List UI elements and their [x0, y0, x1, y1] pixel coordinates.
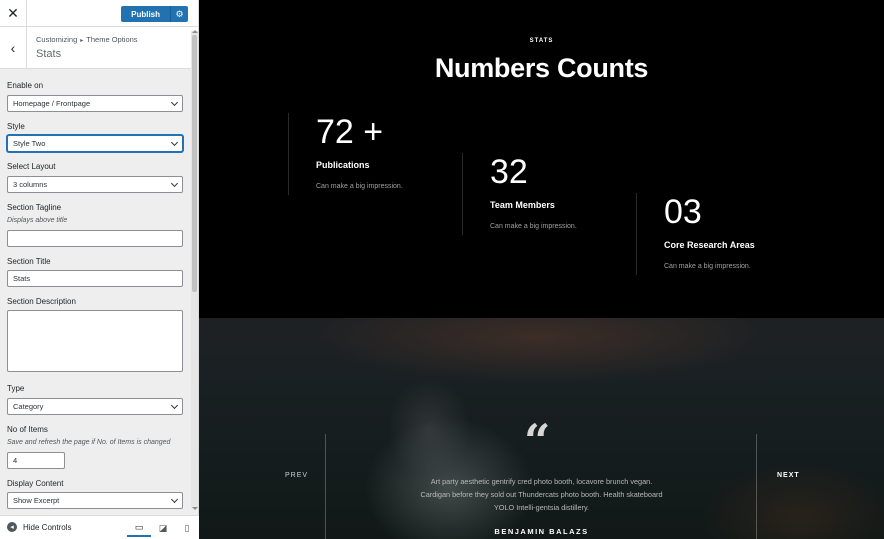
close-customizer-button[interactable]: ✕: [0, 0, 27, 27]
chevron-down-icon: [170, 179, 179, 188]
items-input[interactable]: 4: [7, 452, 65, 469]
sidebar-scrollbar[interactable]: [191, 31, 198, 509]
stat-number: 03: [664, 193, 702, 231]
divider: [325, 434, 326, 539]
site-preview: STATS Numbers Counts 72 + Publications C…: [199, 0, 884, 539]
description-label: Section Description: [7, 297, 76, 306]
enable-on-select[interactable]: Homepage / Frontpage: [7, 95, 183, 112]
tagline-label: Section Tagline: [7, 203, 62, 212]
divider: [756, 434, 757, 539]
layout-label: Select Layout: [7, 162, 56, 171]
items-label: No of Items: [7, 425, 48, 434]
quote-line: Art party aesthetic gentrify cred photo …: [430, 477, 653, 486]
scroll-up-arrow[interactable]: [192, 30, 198, 33]
style-label: Style: [7, 122, 25, 131]
type-select[interactable]: Category: [7, 398, 183, 415]
stat-number: 32: [490, 153, 528, 191]
breadcrumb-root: Customizing: [36, 35, 78, 44]
testimonial-section: “ PREV NEXT Art party aesthetic gentrify…: [199, 318, 884, 539]
desktop-preview-button[interactable]: ▭: [127, 519, 151, 537]
customizer-footer: ◂ Hide Controls ▭ ◪ ▯: [0, 515, 199, 539]
testimonial-quote: Art party aesthetic gentrify cred photo …: [399, 475, 684, 514]
style-value: Style Two: [13, 139, 46, 148]
stat-item: 72 + Publications Can make a big impress…: [288, 113, 463, 195]
stat-item: 03 Core Research Areas Can make a big im…: [636, 193, 811, 275]
close-icon: ✕: [7, 5, 19, 21]
description-textarea[interactable]: [7, 310, 183, 372]
chevron-down-icon: [170, 495, 179, 504]
section-title: Stats: [36, 48, 62, 60]
stat-label: Publications: [316, 160, 370, 170]
gear-icon: ⚙: [175, 8, 184, 19]
tagline-description: Displays above title: [7, 217, 68, 224]
desktop-icon: ▭: [134, 521, 144, 532]
style-select[interactable]: Style Two: [7, 135, 183, 152]
type-label: Type: [7, 384, 25, 393]
enable-on-value: Homepage / Frontpage: [13, 99, 91, 108]
customizer-topbar: ✕ Publish ⚙: [0, 0, 198, 27]
quote-line: YOLO Intelli-gentsia distillery.: [493, 503, 590, 512]
display-content-select[interactable]: Show Excerpt: [7, 492, 183, 509]
customizer-sidebar: ✕ Publish ⚙ ‹ Customizing ▸ Theme Options …: [0, 0, 199, 539]
stat-description: Can make a big impression.: [490, 223, 577, 230]
layout-value: 3 columns: [13, 180, 48, 189]
scroll-down-arrow[interactable]: [192, 507, 198, 510]
breadcrumb-separator: ▸: [80, 38, 84, 44]
section-heading: Numbers Counts: [434, 53, 649, 83]
type-value: Category: [13, 402, 44, 411]
section-header: ‹ Customizing ▸ Theme Options Stats: [0, 27, 198, 69]
breadcrumb: Customizing ▸ Theme Options: [36, 35, 138, 44]
stat-label: Core Research Areas: [664, 240, 755, 250]
chevron-down-icon: [170, 138, 179, 147]
display-content-value: Show Excerpt: [13, 496, 60, 505]
collapse-icon: ◂: [7, 522, 17, 532]
hide-controls-label: Hide Controls: [23, 522, 72, 532]
tablet-icon: ◪: [158, 522, 168, 533]
next-button[interactable]: NEXT: [777, 472, 800, 479]
section-eyebrow: STATS: [529, 38, 554, 44]
stat-label: Team Members: [490, 200, 555, 210]
items-description: Save and refresh the page if No. of Item…: [7, 439, 171, 446]
quote-line: Cardigan before they sold out Thundercat…: [420, 490, 663, 499]
display-content-label: Display Content: [7, 479, 64, 488]
quote-icon: “: [524, 414, 551, 468]
chevron-down-icon: [170, 98, 179, 107]
scrollbar-thumb[interactable]: [192, 35, 197, 292]
mobile-preview-button[interactable]: ▯: [175, 519, 199, 537]
stat-description: Can make a big impression.: [664, 263, 751, 270]
tagline-input[interactable]: [7, 230, 183, 247]
prev-button[interactable]: PREV: [285, 472, 308, 479]
stat-description: Can make a big impression.: [316, 183, 403, 190]
tablet-preview-button[interactable]: ◪: [151, 519, 175, 537]
stat-item: 32 Team Members Can make a big impressio…: [462, 153, 637, 235]
breadcrumb-parent: Theme Options: [86, 35, 138, 44]
publish-button[interactable]: Publish: [121, 6, 170, 22]
chevron-down-icon: [170, 401, 179, 410]
mobile-icon: ▯: [184, 522, 190, 533]
stat-number: 72 +: [316, 113, 384, 151]
back-button[interactable]: ‹: [0, 27, 27, 69]
title-label: Section Title: [7, 257, 51, 266]
publish-settings-button[interactable]: ⚙: [170, 6, 188, 22]
publish-group: Publish ⚙: [121, 6, 188, 22]
testimonial-author: BENJAMIN BALAZS: [494, 527, 589, 536]
hide-controls-button[interactable]: ◂ Hide Controls: [7, 522, 71, 532]
layout-select[interactable]: 3 columns: [7, 176, 183, 193]
enable-on-label: Enable on: [7, 81, 44, 90]
title-input[interactable]: Stats: [7, 270, 183, 287]
chevron-left-icon: ‹: [10, 40, 16, 56]
